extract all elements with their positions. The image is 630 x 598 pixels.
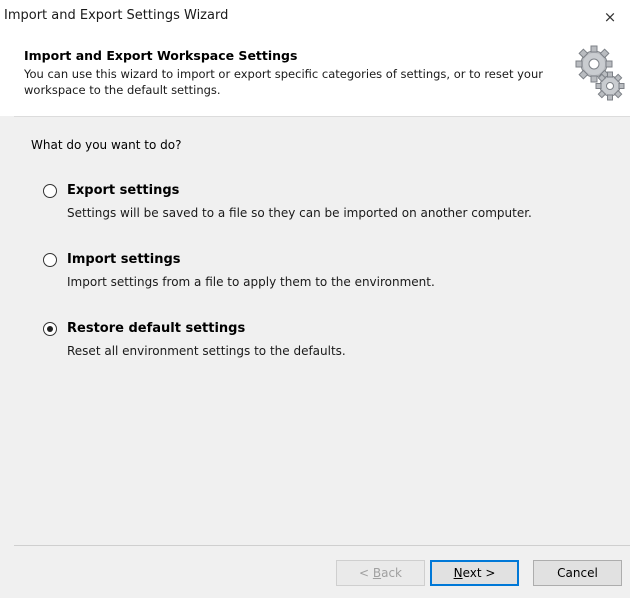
header-title: Import and Export Workspace Settings — [24, 48, 298, 63]
window-title: Import and Export Settings Wizard — [4, 8, 229, 23]
restore-default-settings-label[interactable]: Restore default settings — [67, 321, 245, 336]
restore-default-settings-description: Reset all environment settings to the de… — [67, 344, 346, 358]
header-band — [0, 34, 14, 116]
wizard-header: Import and Export Workspace Settings You… — [14, 34, 630, 117]
back-prefix: < — [358, 566, 373, 580]
wizard-window: Import and Export Settings Wizard × Impo… — [0, 0, 630, 598]
cancel-label: Cancel — [557, 566, 598, 580]
small-gear-icon — [595, 71, 625, 101]
back-button[interactable]: < Back — [336, 560, 425, 586]
next-rest: ext > — [462, 566, 496, 580]
header-description: You can use this wizard to import or exp… — [24, 67, 543, 97]
gears-icon — [575, 45, 625, 101]
next-accel: N — [453, 566, 463, 580]
next-button[interactable]: Next > — [430, 560, 519, 586]
export-settings-description: Settings will be saved to a file so they… — [67, 206, 532, 220]
footer-divider — [14, 545, 630, 546]
import-settings-description: Import settings from a file to apply the… — [67, 275, 435, 289]
cancel-button[interactable]: Cancel — [533, 560, 622, 586]
close-icon: × — [603, 8, 617, 26]
question-label: What do you want to do? — [31, 138, 182, 152]
export-settings-radio[interactable] — [43, 184, 57, 198]
back-accel: B — [372, 566, 382, 580]
close-button[interactable]: × — [590, 0, 630, 34]
restore-default-settings-radio[interactable] — [43, 322, 57, 336]
export-settings-label[interactable]: Export settings — [67, 183, 179, 198]
back-rest: ack — [381, 566, 402, 580]
import-settings-radio[interactable] — [43, 253, 57, 267]
import-settings-label[interactable]: Import settings — [67, 252, 181, 267]
title-bar: Import and Export Settings Wizard × — [0, 0, 630, 34]
